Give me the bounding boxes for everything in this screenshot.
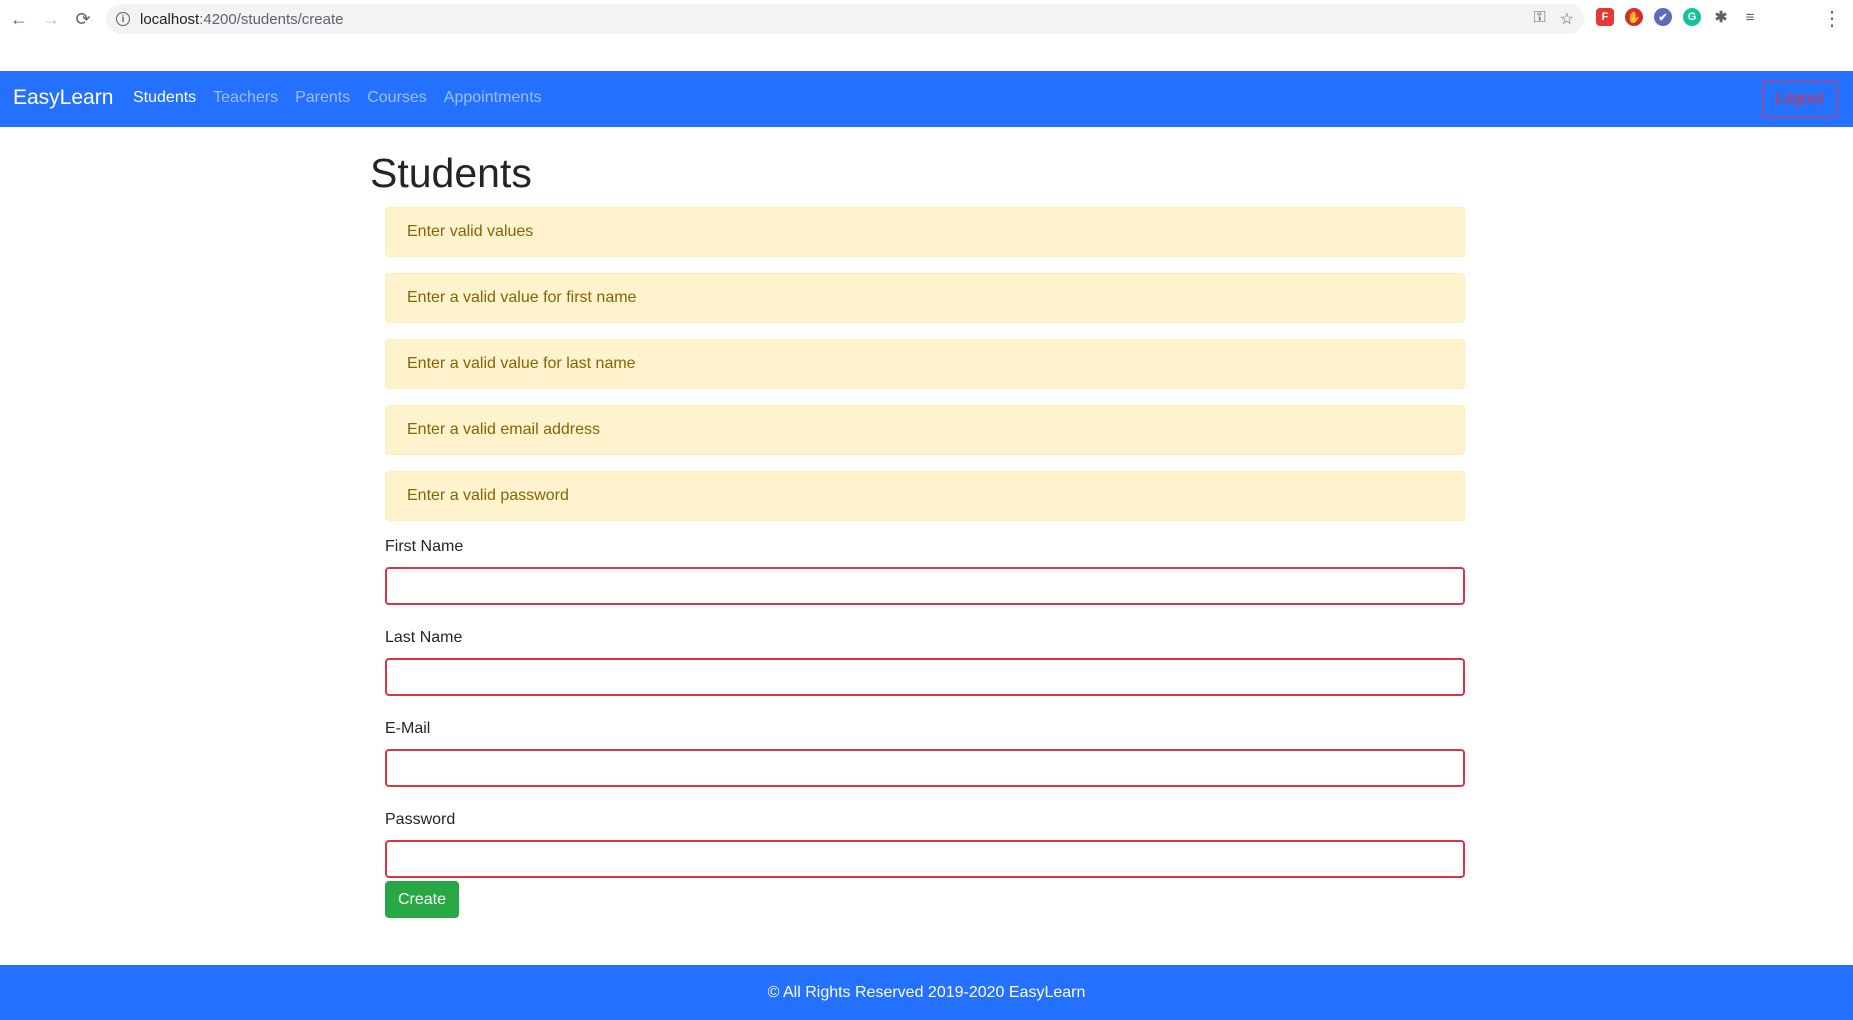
nav-link-students[interactable]: Students [133, 89, 196, 107]
last-name-input[interactable] [385, 658, 1465, 696]
puzzle-extensions-icon[interactable]: ✱ [1712, 8, 1730, 26]
extension-hand-icon[interactable]: ✋ [1625, 8, 1643, 26]
create-student-form: First Name Last Name E-Mail Password [385, 538, 1465, 902]
forward-arrow-icon[interactable]: → [38, 6, 64, 32]
email-label: E-Mail [385, 720, 431, 737]
url-path: :4200/students/create [199, 10, 344, 28]
browser-toolbar: ← → ⟳ i localhost:4200/students/create ⚿… [0, 0, 1853, 38]
media-control-icon[interactable]: ≡ [1741, 8, 1759, 26]
back-arrow-icon[interactable]: ← [6, 6, 32, 32]
browser-menu-icon[interactable]: ⋮ [1822, 6, 1842, 31]
extensions-area: F ✋ ✔ G ✱ ≡ [1596, 8, 1759, 26]
first-name-label: First Name [385, 538, 464, 555]
footer-copyright: © All Rights Reserved 2019-2020 EasyLear… [767, 984, 1086, 1001]
page-footer: © All Rights Reserved 2019-2020 EasyLear… [0, 965, 1853, 1020]
first-name-input[interactable] [385, 567, 1465, 605]
alert-first-name: Enter a valid value for first name [385, 273, 1465, 323]
address-bar[interactable]: i localhost:4200/students/create ⚿ ☆ [106, 4, 1584, 34]
logout-button[interactable]: Logout [1762, 80, 1837, 118]
password-label: Password [385, 811, 456, 828]
nav-link-teachers[interactable]: Teachers [213, 89, 278, 107]
reload-icon[interactable]: ⟳ [70, 6, 96, 32]
bookmark-star-icon[interactable]: ☆ [1560, 9, 1574, 29]
grammarly-icon[interactable]: G [1683, 8, 1701, 26]
password-group: Password [385, 811, 1465, 878]
brand-logo[interactable]: EasyLearn [13, 86, 113, 110]
last-name-group: Last Name [385, 629, 1465, 696]
page-title: Students [370, 150, 532, 196]
email-group: E-Mail [385, 720, 1465, 787]
extension-red-icon[interactable]: F [1596, 8, 1614, 26]
validation-alerts: Enter valid values Enter a valid value f… [385, 207, 1465, 537]
extension-check-icon[interactable]: ✔ [1654, 8, 1672, 26]
last-name-label: Last Name [385, 629, 463, 646]
nav-link-appointments[interactable]: Appointments [444, 89, 542, 107]
url-host: localhost [140, 10, 200, 28]
create-button[interactable]: Create [385, 881, 460, 918]
key-icon[interactable]: ⚿ [1533, 9, 1545, 29]
alert-general: Enter valid values [385, 207, 1465, 257]
alert-email: Enter a valid email address [385, 405, 1465, 455]
first-name-group: First Name [385, 538, 1465, 605]
alert-last-name: Enter a valid value for last name [385, 339, 1465, 389]
nav-link-courses[interactable]: Courses [367, 89, 427, 107]
site-info-icon[interactable]: i [116, 12, 130, 26]
alert-password: Enter a valid password [385, 471, 1465, 521]
nav-links: Students Teachers Parents Courses Appoin… [133, 89, 542, 107]
password-input[interactable] [385, 840, 1465, 878]
email-input[interactable] [385, 749, 1465, 787]
nav-link-parents[interactable]: Parents [295, 89, 350, 107]
app-navbar: EasyLearn Students Teachers Parents Cour… [0, 71, 1853, 127]
